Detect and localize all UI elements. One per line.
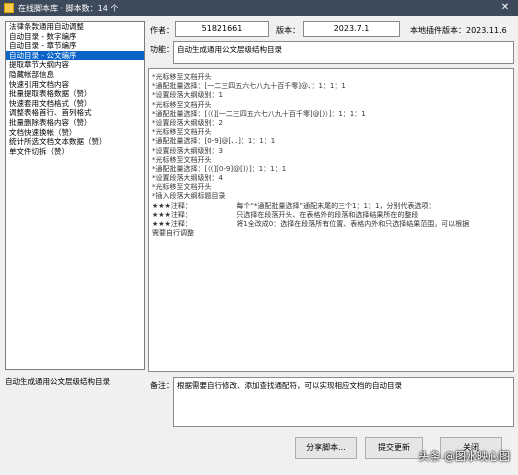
script-list-item[interactable]: 统计所选文档文本数据（赞） (6, 137, 144, 147)
script-list-item[interactable]: 法律条款通用自动调整 (6, 22, 144, 32)
code-line: *通配批量选择：[（(][0-9]@[)）]：1：1：1 (152, 164, 287, 173)
version-field[interactable]: 2023.7.1 (303, 21, 400, 37)
close-window-button[interactable]: ✕ (492, 0, 518, 16)
code-line: *插入段落大纲标题目录 (152, 192, 226, 201)
code-line: ★★★注释： 只选择在段落开头、在表格外的段落和选择结果所在的整段 (152, 210, 419, 219)
app-icon (4, 3, 14, 13)
code-line: 需要自行调整 (152, 229, 194, 238)
share-script-button[interactable]: 分享脚本... (295, 437, 357, 459)
script-list-item[interactable]: 隐藏帐部信息 (6, 70, 144, 80)
version-label: 版本： (276, 26, 300, 35)
remark-label: 备注： (150, 381, 174, 390)
script-list-item[interactable]: 单文件切拆（赞） (6, 147, 144, 157)
script-list-item[interactable]: 快速引用文档内容 (6, 80, 144, 90)
script-list-item[interactable]: 快速套用文档格式（赞） (6, 99, 144, 109)
script-list-item[interactable]: 提取章节大纲内容 (6, 60, 144, 70)
author-field[interactable]: 51821661 (175, 21, 269, 37)
script-list[interactable]: 法律条款通用自动调整 自动目录 - 数字编序 自动目录 - 章节编序 自动目录 - 公… (5, 21, 145, 370)
code-line: *光标移至文档开头 (152, 128, 212, 137)
function-field[interactable]: 自动生成通用公文层级结构目录 (173, 41, 514, 64)
script-list-item[interactable]: 自动目录 - 数字编序 (6, 32, 144, 42)
code-line: *设置段落大纲级别：3 (152, 146, 223, 155)
watermark: 头条 @图水映心图 (418, 450, 511, 463)
script-code-editor[interactable]: *光标移至文档开头 *通配批量选择：[一二三四五六七八九十百千零]@、：1：1：1… (148, 68, 514, 372)
code-line: ★★★注释： 每个“*通配批量选择”通配末尾的三个1：1：1，分别代表选项： (152, 201, 436, 210)
code-line: *光标移至文档开头 (152, 73, 212, 81)
script-list-item[interactable]: 调整表格首行、首列格式 (6, 108, 144, 118)
code-line: *通配批量选择：[0-9]@[、．]：1：1：1 (152, 137, 276, 146)
code-line: *设置段落大纲级别：2 (152, 118, 223, 127)
code-line: *设置段落大纲级别：4 (152, 174, 223, 183)
script-list-item[interactable]: 批量提取表格数据（赞） (6, 89, 144, 99)
code-line: *光标移至文档开头 (152, 100, 212, 109)
remark-field[interactable]: 根据需要自行修改、添加查找通配符，可以实现相应文档的自动目录 (173, 377, 514, 427)
plugin-version-label: 本地插件版本：2023.11.6 (410, 26, 507, 35)
script-list-item[interactable]: 文档快速换帐（赞） (6, 128, 144, 138)
window-title: 在线脚本库 · 脚本数：14 个 (18, 3, 119, 13)
code-line: *光标移至文档开头 (152, 155, 212, 164)
code-line: ★★★注释： 将1全改成0：选择在段落所有位置、表格内外和只选择结果范围，可以根… (152, 220, 470, 228)
code-line: *通配批量选择：[一二三四五六七八九十百千零]@、：1：1：1 (152, 82, 346, 91)
script-list-item[interactable]: 批量删除表格内容（赞） (6, 118, 144, 128)
submit-update-button[interactable]: 提交更新 (365, 437, 423, 459)
author-label: 作者： (150, 26, 174, 35)
title-bar: 在线脚本库 · 脚本数：14 个 ✕ (0, 0, 518, 16)
code-line: *通配批量选择：[（(][一二三四五六七八九十百千零]@[)）]：1：1：1 (152, 109, 366, 118)
code-line: *设置段落大纲级别：1 (152, 91, 223, 100)
script-list-item[interactable]: 自动目录 - 公文编序 (6, 50, 144, 61)
script-list-item[interactable]: 自动目录 - 章节编序 (6, 41, 144, 51)
function-label: 功能： (150, 45, 174, 54)
selected-script-description: 自动生成通用公文层级结构目录 (5, 377, 110, 386)
